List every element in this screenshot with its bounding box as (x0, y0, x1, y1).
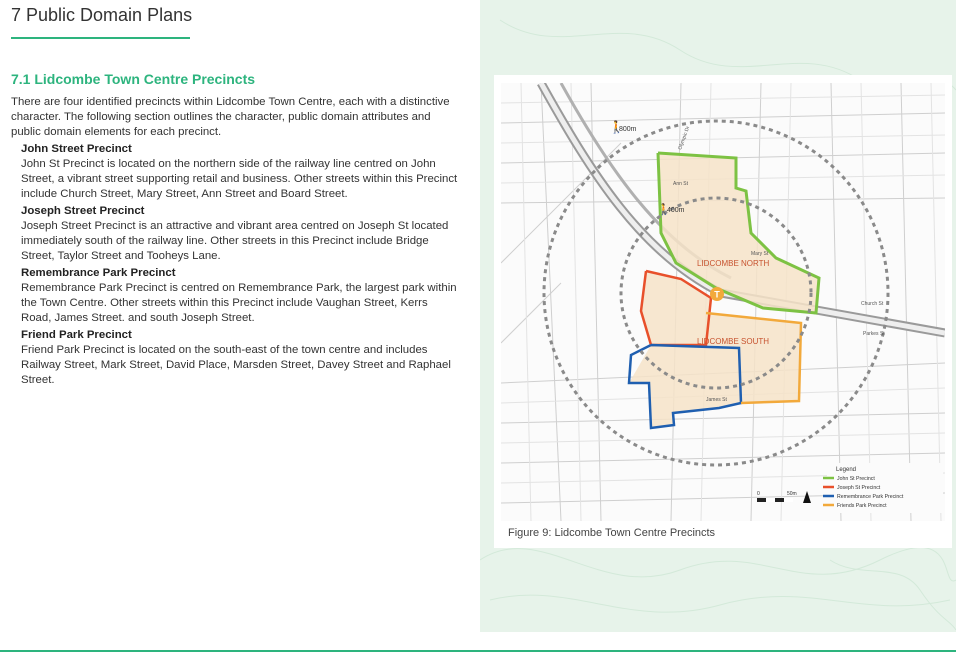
section-title: 7.1 Lidcombe Town Centre Precincts (11, 71, 256, 87)
precinct-heading: Remembrance Park Precinct (21, 267, 176, 279)
precinct-friend-park: Friend Park Precinct Friend Park Precinc… (11, 328, 461, 388)
label-parkes-st: Parkes St (863, 331, 885, 337)
precinct-heading: Joseph Street Precinct (21, 205, 145, 217)
legend-item-label: Joseph St Precinct (837, 485, 881, 491)
precinct-heading: John Street Precinct (21, 143, 132, 155)
precinct-map: 🚶 🚶 800m 400m T LIDCOMBE NORTH LIDCOMBE … (501, 83, 945, 521)
figure-card: 🚶 🚶 800m 400m T LIDCOMBE NORTH LIDCOMBE … (494, 75, 952, 548)
precinct-remembrance-park: Remembrance Park Precinct Remembrance Pa… (11, 266, 461, 326)
precinct-heading: Friend Park Precinct (21, 329, 132, 341)
figure-caption: Figure 9: Lidcombe Town Centre Precincts (508, 527, 716, 539)
label-mary-st: Mary St (751, 251, 769, 257)
legend-title: Legend (836, 467, 856, 473)
precinct-description: John St Precinct is located on the north… (21, 158, 458, 200)
label-james-st: James St (706, 397, 727, 403)
legend-item-label: Remembrance Park Precinct (837, 494, 904, 500)
scale-start-label: 0 (757, 491, 760, 497)
legend-item-label: Friends Park Precinct (837, 503, 887, 509)
label-800m: 800m (619, 126, 637, 133)
label-church-st: Church St (861, 301, 884, 307)
precinct-description: Remembrance Park Precinct is centred on … (21, 282, 457, 324)
page-title: 7 Public Domain Plans (11, 5, 193, 25)
precinct-description: Friend Park Precinct is located on the s… (21, 344, 451, 386)
intro-paragraph: There are four identified precincts with… (11, 96, 450, 138)
precinct-description: Joseph Street Precinct is an attractive … (21, 220, 449, 262)
label-lidcombe-south: LIDCOMBE SOUTH (697, 337, 769, 346)
map-legend: Legend John St Precinct Joseph St Precin… (823, 463, 943, 513)
body-content: There are four identified precincts with… (11, 95, 461, 388)
label-400m: 400m (667, 207, 685, 214)
legend-item-label: John St Precinct (837, 476, 875, 482)
label-ann-st: Ann St (673, 181, 689, 187)
precinct-john-street: John Street Precinct John St Precinct is… (11, 142, 461, 202)
precinct-joseph-street: Joseph Street Precinct Joseph Street Pre… (11, 204, 461, 264)
scale-end-label: 50m (787, 491, 797, 497)
footer-rule (0, 650, 956, 652)
title-underline (11, 37, 190, 39)
station-label: T (714, 290, 720, 300)
label-lidcombe-north: LIDCOMBE NORTH (697, 259, 770, 268)
